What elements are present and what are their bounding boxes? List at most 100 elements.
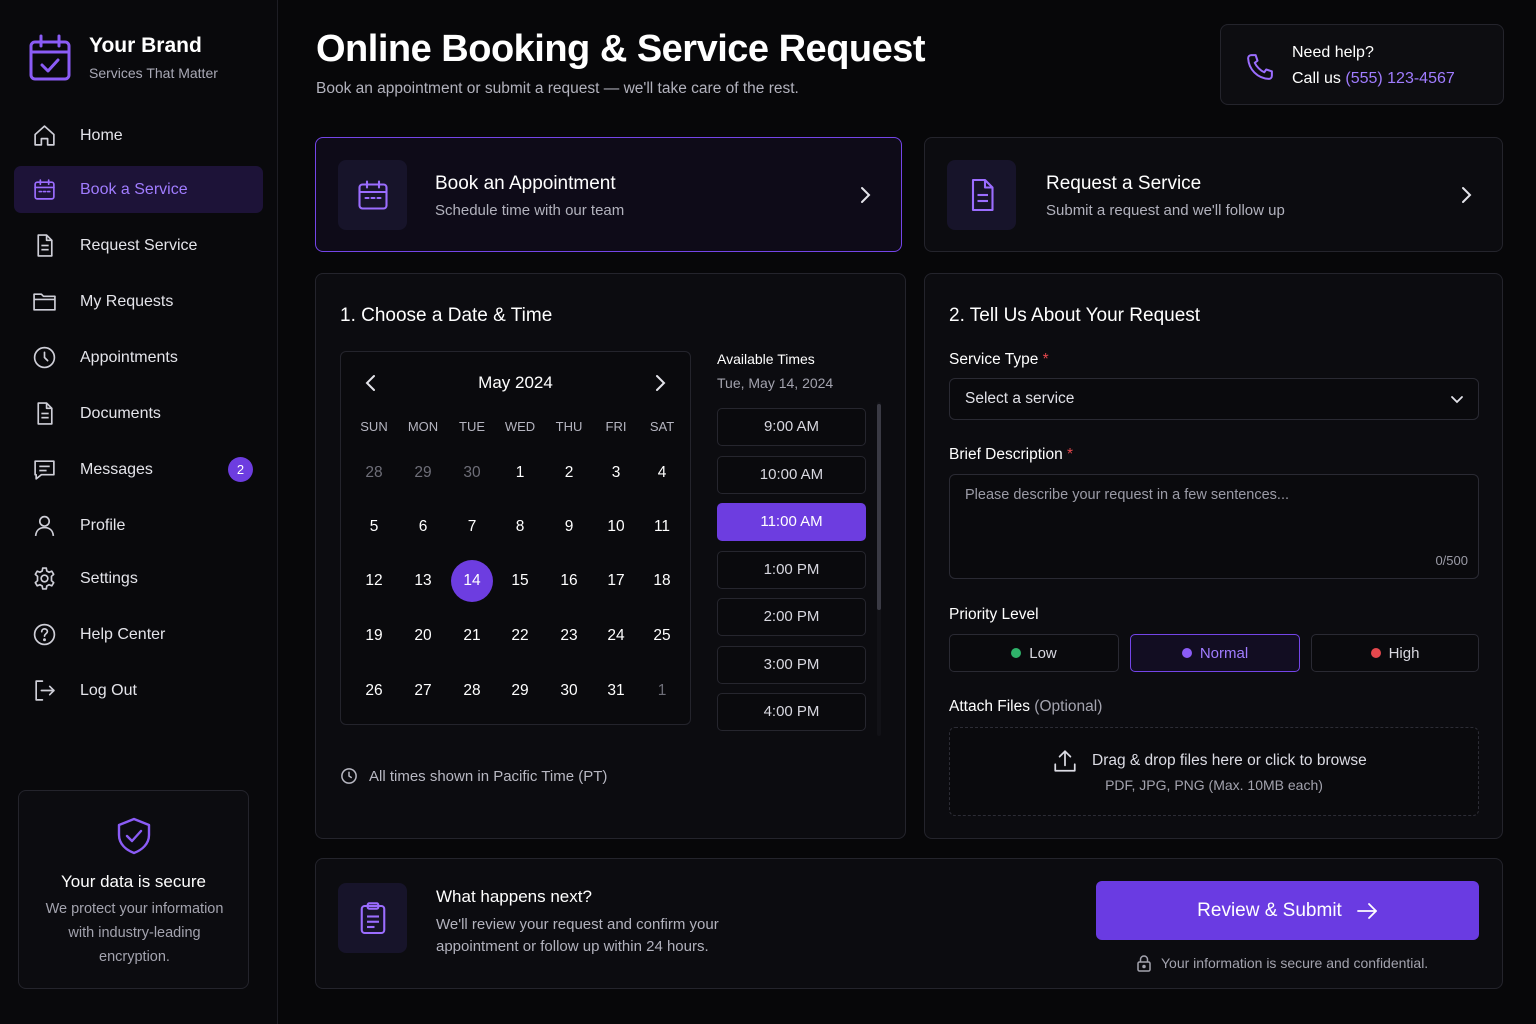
next-month-button[interactable]: [652, 374, 668, 392]
sidebar-item-home[interactable]: Home: [14, 112, 263, 159]
calendar-day[interactable]: 23: [548, 615, 590, 657]
calendar-day[interactable]: 5: [353, 506, 395, 548]
page-subtitle: Book an appointment or submit a request …: [316, 80, 799, 97]
calendar-day[interactable]: 24: [595, 615, 637, 657]
priority-normal-button[interactable]: Normal: [1130, 634, 1300, 672]
weekday-label: WED: [504, 419, 536, 434]
help-contact-card[interactable]: Need help? Call us (555) 123-4567: [1220, 24, 1504, 105]
sidebar-item-my-requests[interactable]: My Requests: [14, 278, 263, 325]
attach-optional-text: (Optional): [1034, 698, 1103, 715]
priority-label-text: Low: [1029, 644, 1057, 662]
user-icon: [32, 513, 57, 538]
secure-description: We protect your information with industr…: [45, 901, 224, 965]
priority-high-button[interactable]: High: [1311, 634, 1479, 672]
page-title: Online Booking & Service Request: [316, 28, 926, 70]
calendar-day-outside-month[interactable]: 1: [641, 670, 683, 712]
calendar-day[interactable]: 29: [499, 670, 541, 712]
file-drop-zone[interactable]: Drag & drop files here or click to brows…: [949, 727, 1479, 816]
brand-name: Your Brand: [89, 34, 202, 57]
calendar-day[interactable]: 13: [402, 560, 444, 602]
description-label-text: Brief Description: [949, 446, 1063, 463]
calendar-day[interactable]: 27: [402, 670, 444, 712]
available-times-date: Tue, May 14, 2024: [717, 375, 834, 391]
calendar-day[interactable]: 17: [595, 560, 637, 602]
calendar-day[interactable]: 20: [402, 615, 444, 657]
priority-low-button[interactable]: Low: [949, 634, 1119, 672]
required-mark: *: [1042, 351, 1049, 368]
weekday-label: TUE: [459, 419, 485, 434]
calendar-day[interactable]: 7: [451, 506, 493, 548]
sidebar-item-request-service[interactable]: Request Service: [14, 222, 263, 269]
calendar-day[interactable]: 19: [353, 615, 395, 657]
calendar-day-selected[interactable]: 14: [451, 560, 493, 602]
sidebar-item-messages[interactable]: Messages 2: [14, 446, 263, 493]
calendar-day[interactable]: 25: [641, 615, 683, 657]
request-details-panel: 2. Tell Us About Your Request Service Ty…: [924, 273, 1503, 839]
confidential-note-text: Your information is secure and confident…: [1161, 955, 1429, 971]
weekday-label: SAT: [649, 419, 675, 434]
calendar-day-outside-month[interactable]: 30: [451, 452, 493, 494]
sidebar-item-log-out[interactable]: Log Out: [14, 667, 263, 714]
calendar-day-outside-month[interactable]: 28: [353, 452, 395, 494]
brand-tagline: Services That Matter: [89, 65, 218, 81]
calendar-icon: [32, 177, 57, 202]
time-slot[interactable]: 2:00 PM: [717, 598, 866, 636]
attach-files-label: Attach Files (Optional): [949, 698, 1102, 716]
calendar-day[interactable]: 21: [451, 615, 493, 657]
weekday-label: THU: [555, 419, 583, 434]
sidebar-item-label: Messages: [80, 460, 153, 478]
option-title: Request a Service: [1046, 173, 1202, 194]
sidebar-item-label: Home: [80, 126, 123, 144]
service-type-select[interactable]: Select a service: [949, 378, 1479, 420]
calendar-day[interactable]: 26: [353, 670, 395, 712]
calendar-day[interactable]: 2: [548, 452, 590, 494]
next-steps-title: What happens next?: [436, 887, 592, 906]
calendar-day[interactable]: 3: [595, 452, 637, 494]
sidebar-item-profile[interactable]: Profile: [14, 502, 263, 549]
time-slot-scroll-thumb[interactable]: [877, 404, 881, 610]
help-phone-number[interactable]: (555) 123-4567: [1345, 70, 1454, 87]
time-slot[interactable]: 3:00 PM: [717, 645, 866, 684]
sidebar-item-label: Book a Service: [80, 180, 188, 198]
priority-low-dot: [1011, 648, 1022, 658]
drop-instructions: Drag & drop files here or click to brows…: [1092, 752, 1367, 769]
calendar-day[interactable]: 12: [353, 560, 395, 602]
calendar-day[interactable]: 11: [641, 506, 683, 548]
calendar-day[interactable]: 18: [641, 560, 683, 602]
weekday-label: SUN: [360, 419, 388, 434]
calendar-day[interactable]: 15: [499, 560, 541, 602]
sidebar-item-label: Documents: [80, 404, 161, 422]
review-submit-button[interactable]: Review & Submit: [1096, 881, 1479, 940]
calendar-icon: [358, 180, 388, 210]
book-appointment-option[interactable]: Book an Appointment Schedule time with o…: [315, 137, 902, 252]
priority-normal-dot: [1181, 648, 1192, 658]
sidebar-item-appointments[interactable]: Appointments: [14, 334, 263, 381]
time-slot[interactable]: 4:00 PM: [717, 693, 866, 731]
calendar-day[interactable]: 22: [499, 615, 541, 657]
document-icon: [32, 401, 57, 426]
calendar-day-outside-month[interactable]: 29: [402, 452, 444, 494]
calendar-day[interactable]: 31: [595, 670, 637, 712]
sidebar-item-settings[interactable]: Settings: [14, 555, 263, 602]
calendar-day[interactable]: 16: [548, 560, 590, 602]
calendar-day[interactable]: 9: [548, 506, 590, 548]
calendar-day[interactable]: 10: [595, 506, 637, 548]
description-textarea[interactable]: Please describe your request in a few se…: [949, 474, 1479, 579]
calendar-day[interactable]: 8: [499, 506, 541, 548]
sidebar-item-help-center[interactable]: Help Center: [14, 611, 263, 658]
time-slot-selected[interactable]: 11:00 AM: [717, 503, 866, 541]
request-details-title: 2. Tell Us About Your Request: [949, 305, 1201, 326]
available-times-heading: Available Times: [717, 351, 815, 367]
calendar-day[interactable]: 30: [548, 670, 590, 712]
calendar-day[interactable]: 28: [451, 670, 493, 712]
calendar-day[interactable]: 1: [499, 452, 541, 494]
time-slot[interactable]: 10:00 AM: [717, 455, 866, 494]
time-slot[interactable]: 9:00 AM: [717, 408, 866, 446]
calendar-day[interactable]: 6: [402, 506, 444, 548]
sidebar-item-documents[interactable]: Documents: [14, 390, 263, 437]
sidebar-item-book-a-service[interactable]: Book a Service: [14, 166, 263, 213]
calendar-month-label: May 2024: [478, 373, 553, 392]
calendar-day[interactable]: 4: [641, 452, 683, 494]
time-slot[interactable]: 1:00 PM: [717, 550, 866, 589]
request-service-option[interactable]: Request a Service Submit a request and w…: [924, 137, 1503, 252]
